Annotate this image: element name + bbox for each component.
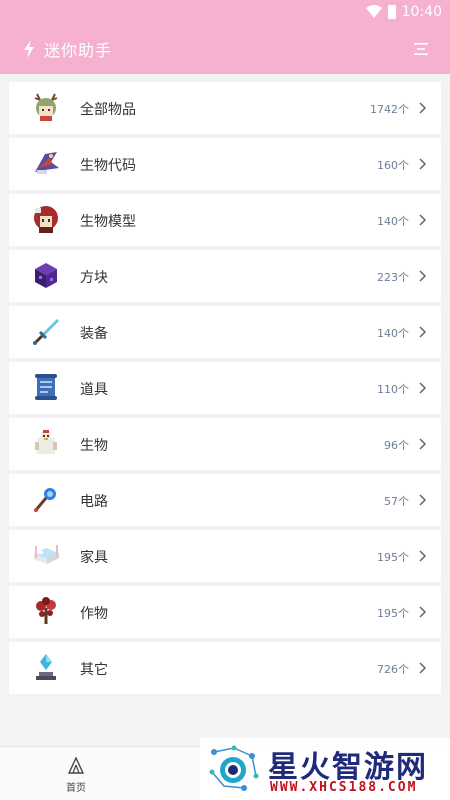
category-label: 家具 [80,550,108,566]
crystal-icon [36,654,56,680]
scroll-icon [35,374,57,400]
battery-icon [387,5,396,19]
category-list: 全部物品 1742个 生物代码 160个 生物模型 140个 方块 223个 装… [9,82,441,698]
category-label: 装备 [80,326,108,342]
status-bar: 10:40 [0,0,450,24]
category-count: 96个 [384,439,409,452]
chevron-right-icon [419,326,427,338]
tab-home[interactable]: 首页 [48,757,104,794]
chevron-right-icon [419,270,427,282]
tab-home-label: 首页 [66,783,86,794]
category-label: 方块 [80,270,108,286]
chevron-right-icon [419,158,427,170]
category-row[interactable]: 方块 223个 [9,250,441,302]
wifi-icon [365,5,382,18]
category-label: 道具 [80,382,108,398]
chevron-right-icon [419,662,427,674]
watermark-url: WWW.XHCS188.COM [270,780,418,795]
category-count: 195个 [377,551,409,564]
category-row[interactable]: 作物 195个 [9,586,441,638]
category-row[interactable]: 家具 195个 [9,530,441,582]
deer-girl-icon [34,93,58,121]
category-row[interactable]: 生物代码 160个 [9,138,441,190]
chevron-right-icon [419,382,427,394]
category-count: 57个 [384,495,409,508]
app-title: 迷你助手 [44,41,113,60]
chevron-right-icon [419,494,427,506]
category-count: 160个 [377,159,409,172]
category-label: 电路 [80,494,108,510]
category-label: 其它 [80,662,108,678]
chevron-right-icon [419,214,427,226]
category-row[interactable]: 装备 140个 [9,306,441,358]
watermark-logo-icon [209,745,259,791]
dragon-creature-icon [35,152,59,174]
category-label: 生物代码 [80,158,136,174]
tent-home-icon [67,757,85,774]
chevron-right-icon [419,438,427,450]
category-count: 140个 [377,215,409,228]
category-count: 223个 [377,271,409,284]
category-row[interactable]: 全部物品 1742个 [9,82,441,134]
chevron-right-icon [419,606,427,618]
category-label: 生物模型 [80,214,136,230]
category-row[interactable]: 生物 96个 [9,418,441,470]
category-count: 195个 [377,607,409,620]
wand-icon [34,488,56,512]
category-row[interactable]: 其它 726个 [9,642,441,694]
chevron-right-icon [419,550,427,562]
category-count: 726个 [377,663,409,676]
category-count: 140个 [377,327,409,340]
category-label: 作物 [80,606,108,622]
sword-icon [33,319,59,345]
red-hair-girl-icon [34,206,58,233]
plant-icon [36,597,56,624]
app-bar: 迷你助手 [0,24,450,74]
category-row[interactable]: 生物模型 140个 [9,194,441,246]
purple-block-icon [35,263,57,288]
site-watermark: 星火智游网 WWW.XHCS188.COM [200,738,450,800]
bed-icon [34,545,59,564]
status-time: 10:40 [401,4,442,20]
category-count: 110个 [377,383,409,396]
category-row[interactable]: 电路 57个 [9,474,441,526]
category-label: 生物 [80,438,108,454]
chevron-right-icon [419,102,427,114]
category-label: 全部物品 [80,102,136,118]
chicken-icon [35,430,57,454]
category-count: 1742个 [370,103,409,116]
lightning-icon [24,40,34,58]
category-row[interactable]: 道具 110个 [9,362,441,414]
menu-icon[interactable] [410,41,432,57]
